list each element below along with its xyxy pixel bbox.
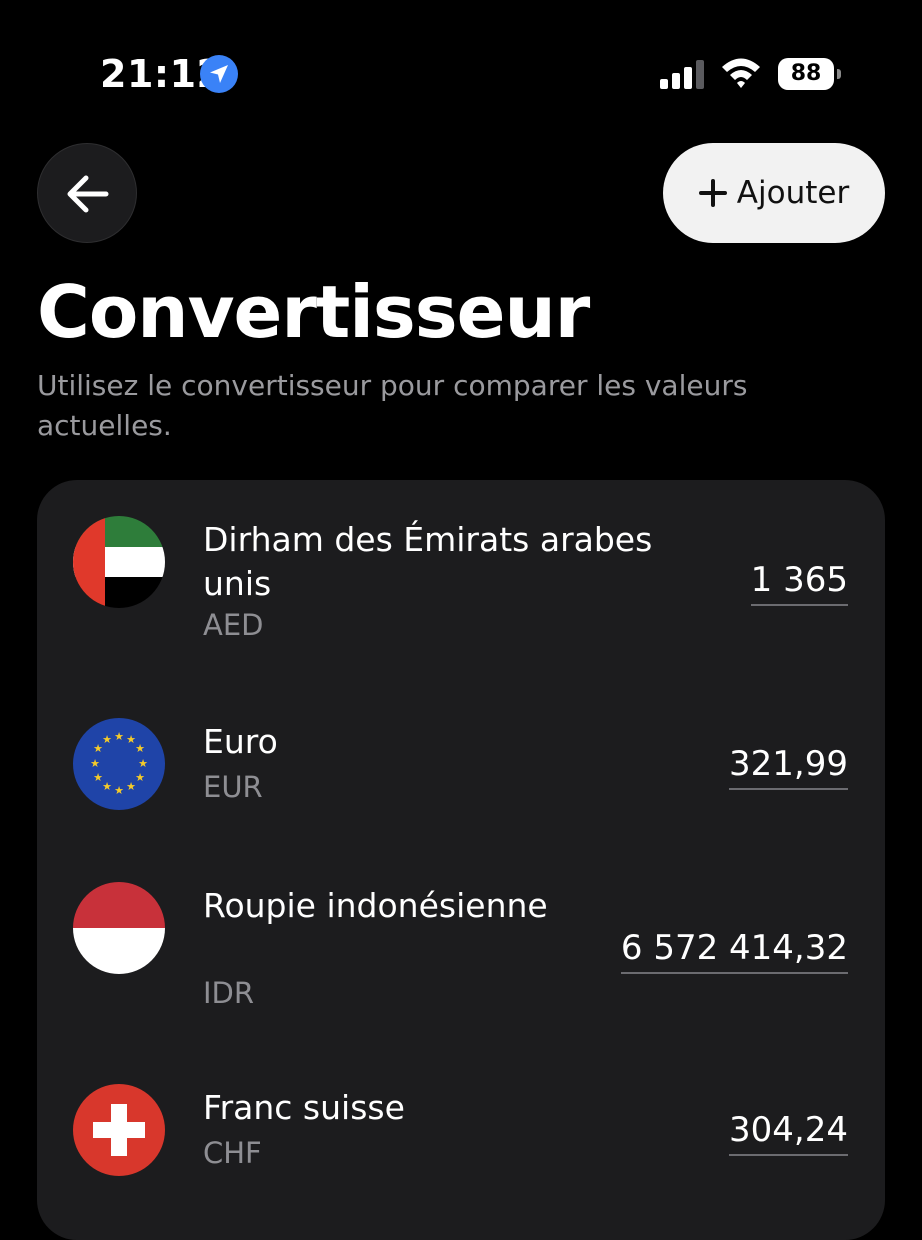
svg-text:★: ★ [138,757,148,770]
svg-text:★: ★ [114,730,124,743]
currency-code: EUR [203,770,263,804]
currency-value-input[interactable]: 304,24 [729,1110,848,1156]
wifi-icon [720,56,762,90]
page-subtitle: Utilisez le convertisseur pour comparer … [37,369,748,442]
eu-flag-icon: ★ ★ ★ ★ ★ ★ ★ ★ ★ ★ ★ ★ [73,718,165,810]
svg-text:★: ★ [102,733,112,746]
location-arrow-icon [200,55,238,93]
svg-text:★: ★ [135,742,145,755]
svg-text:★: ★ [126,780,136,793]
add-button[interactable]: Ajouter [663,143,885,243]
currency-name: Franc suisse [203,1088,405,1127]
battery-icon: 88 [778,58,842,92]
currency-code: AED [203,608,264,642]
arrow-left-icon [67,175,109,213]
svg-text:★: ★ [102,780,112,793]
svg-text:★: ★ [93,771,103,784]
status-bar: 21:12 88 [0,0,922,140]
currency-name: Roupie indonésienne [203,886,548,925]
battery-tip [837,69,841,79]
currency-list: Dirham des Émirats arabes unis AED 1 365… [37,480,885,1240]
currency-name: Dirham des Émirats arabes unis [203,520,653,603]
currency-name: Euro [203,722,278,761]
svg-text:★: ★ [90,757,100,770]
page-title: Convertisseur [37,270,590,354]
plus-icon [698,179,727,207]
currency-code: CHF [203,1136,262,1170]
currency-code: IDR [203,976,255,1010]
battery-level: 88 [778,58,834,90]
svg-text:★: ★ [135,771,145,784]
currency-value-input[interactable]: 6 572 414,32 [620,928,848,974]
currency-value-input[interactable]: 1 365 [750,560,848,606]
svg-text:★: ★ [114,784,124,797]
indonesia-flag-icon [73,882,165,974]
uae-flag-icon [73,516,165,608]
add-button-label: Ajouter [736,175,850,211]
switzerland-flag-icon [73,1084,165,1176]
currency-value-input[interactable]: 321,99 [729,744,848,790]
back-button[interactable] [37,143,137,243]
cellular-signal-icon [660,60,706,90]
